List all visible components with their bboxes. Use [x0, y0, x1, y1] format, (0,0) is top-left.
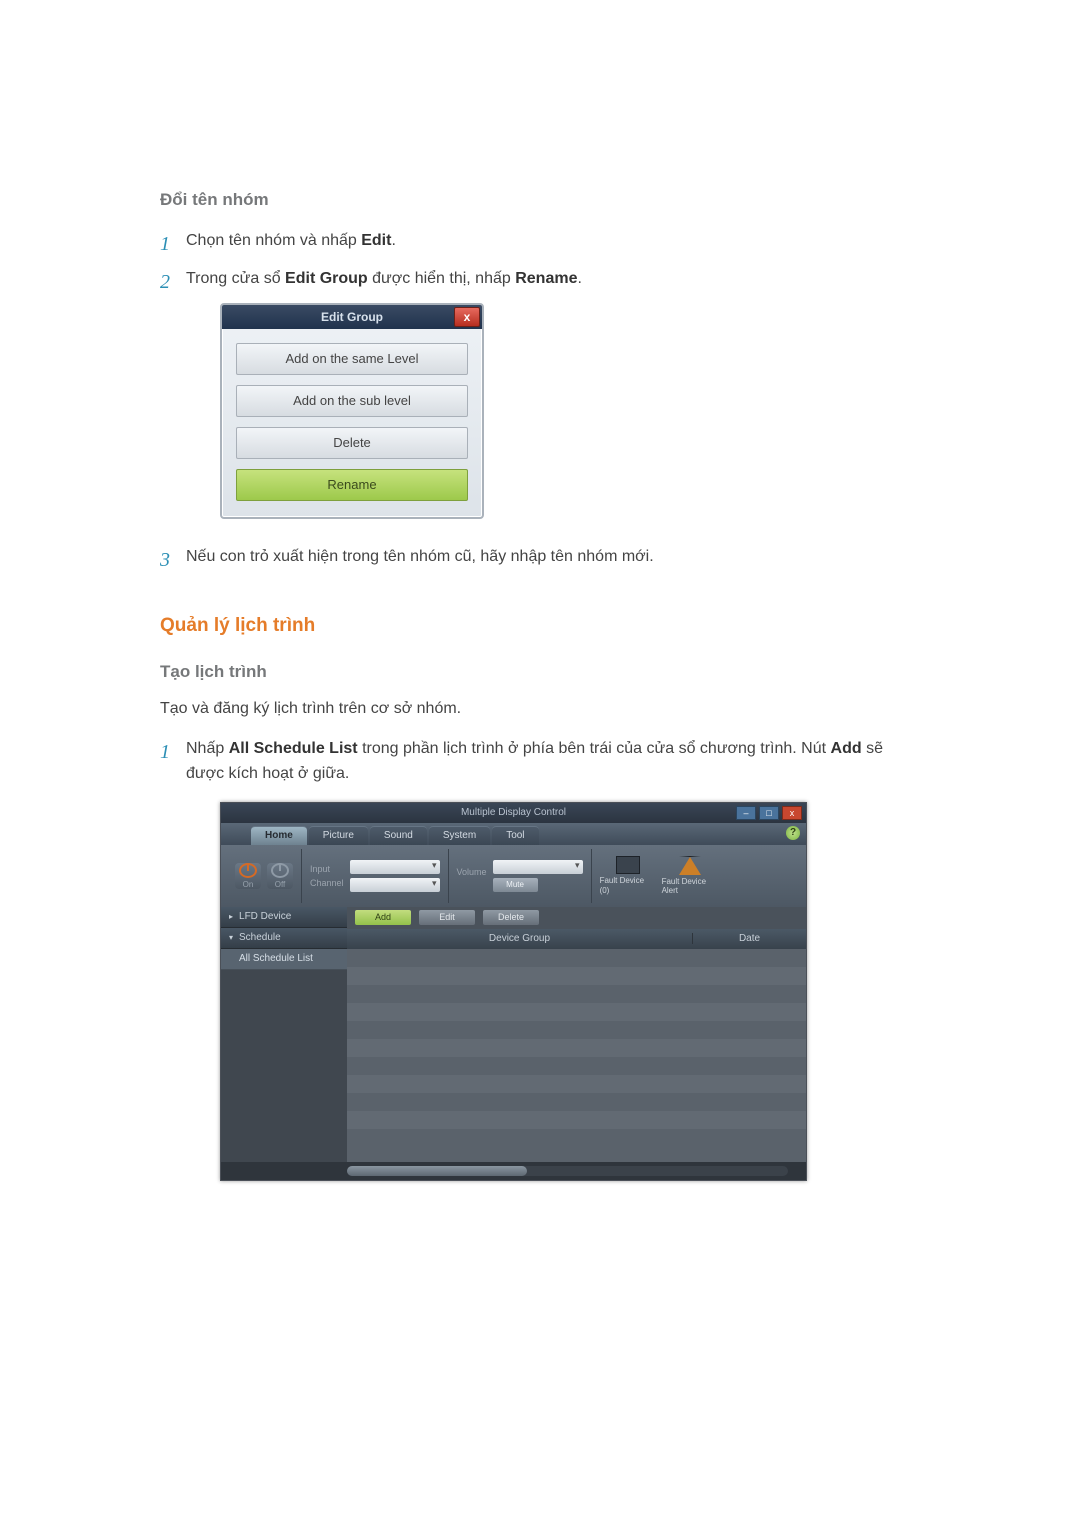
- paragraph-create-schedule-desc: Tạo và đăng ký lịch trình trên cơ sở nhó…: [160, 700, 920, 718]
- create-step-1: 1 Nhấp All Schedule List trong phần lịch…: [160, 736, 920, 787]
- mdc-app-figure: Multiple Display Control – □ x Home Pict…: [220, 802, 920, 1181]
- mdc-title-bar: Multiple Display Control – □ x: [221, 803, 806, 823]
- power-icon: [239, 863, 257, 878]
- edit-group-dialog-figure: Edit Group x Add on the same Level Add o…: [220, 303, 920, 519]
- close-icon[interactable]: x: [782, 806, 802, 820]
- heading-manage-schedule: Quản lý lịch trình: [160, 615, 920, 637]
- rename-step-2: 2 Trong cửa sổ Edit Group được hiển thị,…: [160, 266, 920, 292]
- edit-button[interactable]: Edit: [419, 910, 475, 925]
- step-number: 2: [160, 266, 170, 298]
- sidebar-section-schedule[interactable]: ▾ Schedule: [221, 928, 347, 949]
- warning-triangle-icon: [679, 856, 701, 875]
- input-label: Input: [310, 864, 330, 874]
- tab-sound[interactable]: Sound: [370, 826, 427, 845]
- volume-stepper[interactable]: [493, 860, 583, 874]
- delete-button[interactable]: Delete: [483, 910, 539, 925]
- channel-label: Channel: [310, 878, 344, 888]
- rename-button[interactable]: Rename: [236, 469, 468, 501]
- volume-label: Volume: [457, 867, 487, 877]
- mute-button[interactable]: Mute: [493, 878, 538, 892]
- sidebar-item-all-schedule-list[interactable]: All Schedule List: [221, 949, 347, 970]
- close-icon[interactable]: x: [454, 307, 480, 327]
- step-number: 1: [160, 228, 170, 260]
- fault-device-count[interactable]: Fault Device (0): [600, 856, 656, 895]
- grid-body-empty: [347, 949, 806, 1142]
- input-dropdown[interactable]: [350, 860, 440, 874]
- scrollbar-thumb[interactable]: [347, 1166, 527, 1176]
- step-bold: Rename: [515, 270, 577, 287]
- chevron-right-icon: ▸: [229, 912, 233, 921]
- add-sub-level-button[interactable]: Add on the sub level: [236, 385, 468, 417]
- grid-header: Device Group Date: [347, 929, 806, 949]
- dialog-title: Edit Group x: [222, 305, 482, 329]
- rename-step-3-list: 3 Nếu con trỏ xuất hiện trong tên nhóm c…: [160, 544, 920, 570]
- monitor-warning-icon: [616, 856, 640, 874]
- power-on-button[interactable]: On: [235, 863, 261, 889]
- add-button[interactable]: Add: [355, 910, 411, 925]
- power-off-button[interactable]: Off: [267, 863, 293, 889]
- help-icon[interactable]: ?: [786, 826, 800, 840]
- rename-step-1: 1 Chọn tên nhóm và nhấp Edit.: [160, 228, 920, 254]
- step-bold: All Schedule List: [229, 740, 358, 757]
- delete-button[interactable]: Delete: [236, 427, 468, 459]
- tab-tool[interactable]: Tool: [492, 826, 538, 845]
- step-number: 1: [160, 736, 170, 768]
- step-text: Nhấp: [186, 740, 229, 757]
- mdc-sidebar: ▸ LFD Device ▾ Schedule All Schedule Lis…: [221, 907, 347, 1162]
- mdc-footer: [221, 1162, 806, 1180]
- chevron-down-icon: ▾: [229, 933, 233, 942]
- step-number: 3: [160, 544, 170, 576]
- step-bold: Add: [831, 740, 862, 757]
- column-date: Date: [692, 933, 806, 944]
- fault-device-alert[interactable]: Fault Device Alert: [662, 856, 718, 896]
- step-text: Chọn tên nhóm và nhấp: [186, 232, 361, 249]
- tab-home[interactable]: Home: [251, 826, 307, 845]
- create-steps-list: 1 Nhấp All Schedule List trong phần lịch…: [160, 736, 920, 787]
- rename-steps-list: 1 Chọn tên nhóm và nhấp Edit. 2 Trong cử…: [160, 228, 920, 291]
- maximize-icon[interactable]: □: [759, 806, 779, 820]
- add-same-level-button[interactable]: Add on the same Level: [236, 343, 468, 375]
- mdc-window: Multiple Display Control – □ x Home Pict…: [220, 802, 807, 1181]
- tab-picture[interactable]: Picture: [309, 826, 368, 845]
- tab-system[interactable]: System: [429, 826, 490, 845]
- step-text: Nếu con trỏ xuất hiện trong tên nhóm cũ,…: [186, 548, 654, 565]
- heading-create-schedule: Tạo lịch trình: [160, 662, 920, 682]
- column-device-group: Device Group: [347, 933, 692, 944]
- mdc-toolbar: Add Edit Delete: [347, 907, 806, 929]
- heading-rename-group: Đổi tên nhóm: [160, 190, 920, 210]
- step-text: Trong cửa sổ: [186, 270, 285, 287]
- mdc-ribbon: On Off Input Channel: [221, 845, 806, 907]
- mdc-tabs: Home Picture Sound System Tool ?: [221, 823, 806, 845]
- sidebar-section-lfd[interactable]: ▸ LFD Device: [221, 907, 347, 928]
- rename-step-3: 3 Nếu con trỏ xuất hiện trong tên nhóm c…: [160, 544, 920, 570]
- power-icon: [271, 863, 289, 878]
- channel-dropdown[interactable]: [350, 878, 440, 892]
- minimize-icon[interactable]: –: [736, 806, 756, 820]
- step-bold: Edit: [361, 232, 391, 249]
- step-bold: Edit Group: [285, 270, 368, 287]
- edit-group-dialog: Edit Group x Add on the same Level Add o…: [220, 303, 484, 519]
